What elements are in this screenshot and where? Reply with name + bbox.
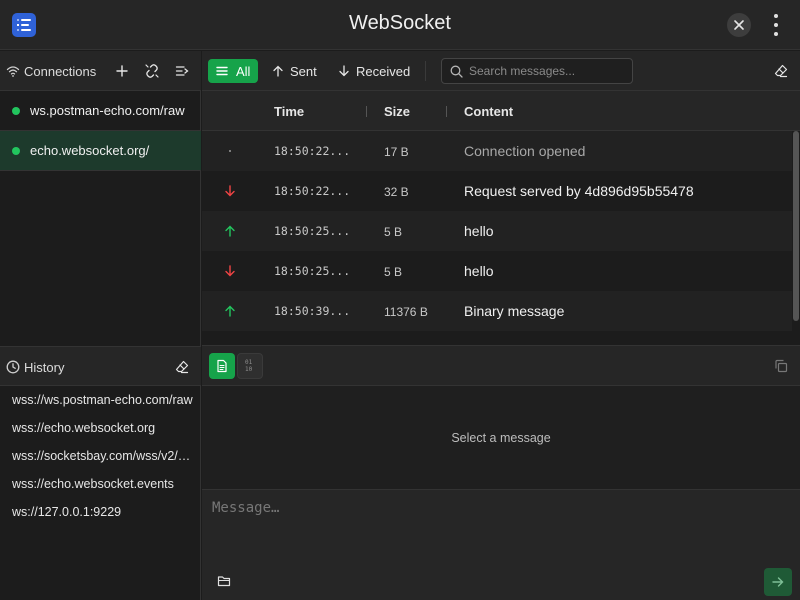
- message-detail-panel: Select a message: [202, 386, 800, 489]
- history-item[interactable]: wss://socketsbay.com/wss/v2/1/demo/: [12, 449, 195, 463]
- message-content: hello: [464, 263, 494, 279]
- close-button[interactable]: [727, 13, 751, 37]
- sidebar: Connections ws.postman-echo.com/raw echo…: [0, 51, 201, 600]
- message-time: 18:50:25...: [274, 264, 351, 278]
- list-icon: [216, 66, 228, 76]
- filter-all-button[interactable]: All: [208, 59, 258, 83]
- connection-item-active[interactable]: echo.websocket.org/: [0, 131, 201, 171]
- detail-toolbar: 01 10: [202, 345, 800, 386]
- history-item[interactable]: wss://echo.websocket.events: [12, 477, 195, 491]
- history-label: History: [24, 360, 65, 375]
- message-time: 18:50:39...: [274, 304, 351, 318]
- connection-item[interactable]: ws.postman-echo.com/raw: [0, 91, 201, 131]
- clear-messages-button[interactable]: [774, 64, 788, 78]
- filter-received-label: Received: [356, 64, 411, 79]
- message-row[interactable]: 18:50:25... 5 B hello: [202, 251, 792, 291]
- collapse-list-icon[interactable]: [175, 64, 189, 78]
- message-time: 18:50:25...: [274, 224, 351, 238]
- history-item[interactable]: ws://127.0.0.1:9229: [12, 505, 195, 519]
- history-item[interactable]: wss://echo.websocket.org: [12, 421, 195, 435]
- message-time: 18:50:22...: [274, 144, 351, 158]
- message-list-scrollbar[interactable]: [793, 131, 799, 321]
- column-resizer[interactable]: [366, 106, 367, 117]
- search-box[interactable]: [441, 58, 633, 84]
- send-button[interactable]: [764, 568, 792, 596]
- document-icon: [217, 359, 227, 373]
- arrow-up-icon: [273, 65, 283, 77]
- message-content: Request served by 4d896d95b55478: [464, 183, 694, 199]
- arrow-right-icon: [772, 577, 784, 587]
- message-input[interactable]: [212, 500, 772, 560]
- filter-sent-button[interactable]: Sent: [266, 59, 326, 83]
- message-size: 5 B: [384, 265, 403, 279]
- main-panel: All Sent Received Time: [202, 51, 800, 600]
- arrow-up-icon: [225, 305, 235, 317]
- system-dot-icon: [229, 150, 231, 152]
- message-row[interactable]: 18:50:25... 5 B hello: [202, 211, 792, 251]
- message-row[interactable]: 18:50:22... 32 B Request served by 4d896…: [202, 171, 792, 211]
- arrow-down-icon: [225, 265, 235, 277]
- link-broken-icon[interactable]: [145, 64, 159, 78]
- copy-icon[interactable]: [774, 359, 788, 373]
- message-list: 18:50:22... 17 B Connection opened 18:50…: [202, 131, 800, 345]
- column-time[interactable]: Time: [274, 104, 304, 119]
- arrow-down-icon: [225, 185, 235, 197]
- more-vertical-icon: [774, 14, 778, 18]
- binary-view-button[interactable]: 01 10: [237, 353, 263, 379]
- message-size: 5 B: [384, 225, 403, 239]
- column-size[interactable]: Size: [384, 104, 410, 119]
- message-size: 17 B: [384, 145, 409, 159]
- message-composer: [202, 489, 800, 600]
- connections-header: Connections: [0, 51, 201, 91]
- add-connection-button[interactable]: [115, 64, 129, 78]
- arrow-up-icon: [225, 225, 235, 237]
- message-size: 11376 B: [384, 305, 428, 319]
- more-menu-button[interactable]: [768, 13, 784, 37]
- message-toolbar: All Sent Received: [202, 51, 800, 91]
- connection-url: ws.postman-echo.com/raw: [30, 103, 185, 118]
- folder-icon[interactable]: [217, 574, 231, 588]
- wifi-icon: [6, 66, 20, 77]
- connections-label: Connections: [24, 64, 97, 79]
- empty-state-text: Select a message: [451, 431, 551, 445]
- binary-icon: 01 10: [245, 359, 253, 373]
- filter-sent-label: Sent: [290, 64, 317, 79]
- toolbar-divider: [425, 61, 426, 81]
- message-size: 32 B: [384, 185, 409, 199]
- column-content[interactable]: Content: [464, 104, 513, 119]
- clock-icon: [6, 360, 20, 374]
- message-row[interactable]: 18:50:39... 11376 B Binary message: [202, 291, 792, 331]
- connection-status-dot: [12, 107, 20, 115]
- message-table-header: Time Size Content: [202, 91, 800, 131]
- connection-status-dot: [12, 147, 20, 155]
- filter-all-label: All: [236, 64, 251, 79]
- message-content: Connection opened: [464, 143, 586, 159]
- title-bar: WebSocket: [0, 0, 800, 50]
- text-view-button[interactable]: [209, 353, 235, 379]
- search-input[interactable]: [469, 63, 627, 79]
- arrow-down-icon: [339, 65, 349, 77]
- window-title: WebSocket: [349, 12, 451, 34]
- message-content: Binary message: [464, 303, 565, 319]
- message-time: 18:50:22...: [274, 184, 351, 198]
- history-header: History: [0, 346, 201, 386]
- close-icon: [734, 20, 744, 30]
- message-row[interactable]: 18:50:22... 17 B Connection opened: [202, 131, 792, 171]
- history-item[interactable]: wss://ws.postman-echo.com/raw: [12, 393, 195, 407]
- message-content: hello: [464, 223, 494, 239]
- column-resizer[interactable]: [446, 106, 447, 117]
- search-icon: [450, 65, 463, 78]
- connection-url: echo.websocket.org/: [30, 143, 150, 158]
- clear-history-button[interactable]: [175, 360, 189, 374]
- filter-received-button[interactable]: Received: [332, 59, 416, 83]
